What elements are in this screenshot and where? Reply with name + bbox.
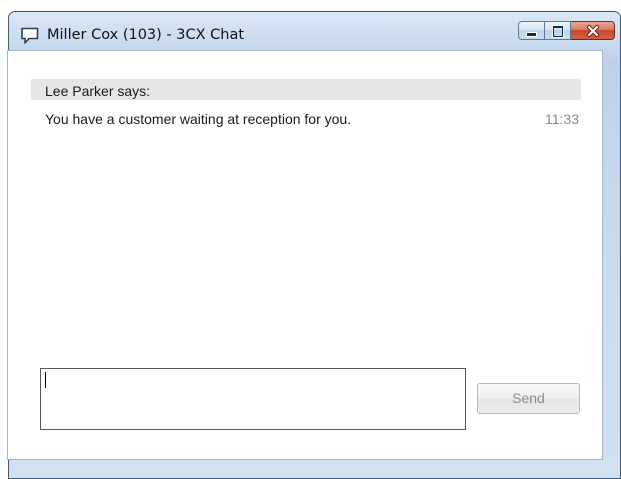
window-controls [518,21,615,42]
close-icon [587,25,599,37]
text-caret [45,372,46,388]
message-text: You have a customer waiting at reception… [45,111,352,127]
minimize-button[interactable] [518,21,545,40]
maximize-button[interactable] [545,21,571,40]
message-input[interactable] [40,368,466,430]
minimize-icon [527,33,536,36]
message-sender: Lee Parker says: [45,83,151,99]
window-title: Miller Cox (103) - 3CX Chat [47,27,245,43]
maximize-icon [553,26,563,37]
message-timestamp: 11:33 [545,111,579,127]
chat-bubble-icon [21,27,39,44]
close-button[interactable] [571,21,615,40]
send-button[interactable]: Send [477,383,580,414]
